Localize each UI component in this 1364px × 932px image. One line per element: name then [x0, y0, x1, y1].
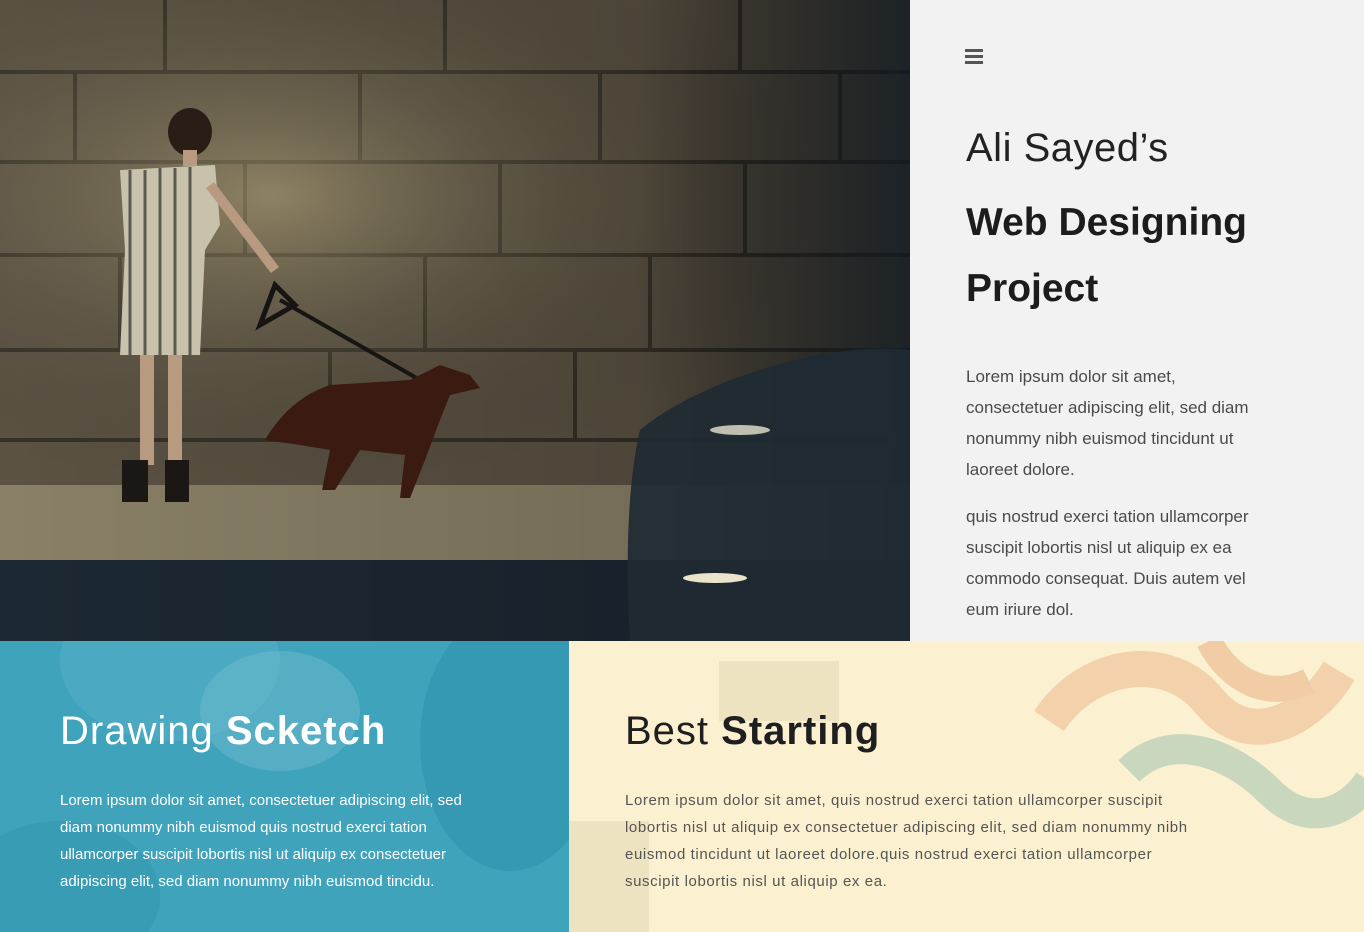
section-title: Best Starting: [625, 709, 881, 753]
hero-illustration: [0, 0, 910, 641]
intro-paragraph-1: Lorem ipsum dolor sit amet, consectetuer…: [966, 367, 1249, 479]
drawing-sketch-section: Drawing Scketch Lorem ipsum dolor sit am…: [0, 641, 569, 932]
intro-paragraph-2: quis nostrud exerci tation ullamcorper s…: [966, 507, 1249, 619]
intro-panel: Ali Sayed’s Web Designing Project Lorem …: [910, 0, 1364, 641]
best-starting-section: Best Starting Lorem ipsum dolor sit amet…: [569, 641, 1364, 932]
hamburger-menu-icon[interactable]: [965, 49, 983, 65]
section-text: Lorem ipsum dolor sit amet, quis nostrud…: [625, 792, 1188, 890]
section-title: Drawing Scketch: [60, 709, 387, 753]
hero-photo: [0, 0, 910, 641]
author-title: Ali Sayed’s: [966, 126, 1169, 170]
project-title: Web Designing Project: [966, 201, 1247, 310]
section-text: Lorem ipsum dolor sit amet, consectetuer…: [60, 792, 462, 890]
